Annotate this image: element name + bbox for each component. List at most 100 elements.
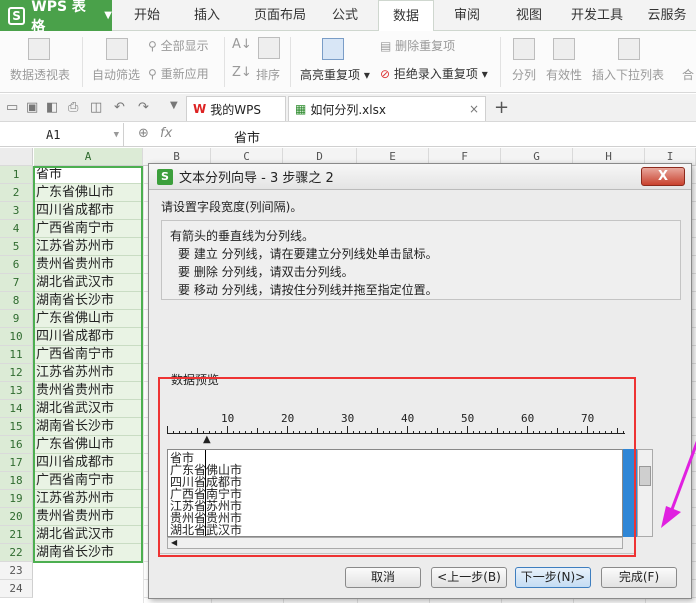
tab-developer[interactable]: 开发工具 [566,0,628,31]
cell-a[interactable]: 湖北省武汉市 [34,400,142,418]
row-header[interactable]: 20 [0,508,33,526]
split-line[interactable] [205,450,206,536]
row-header[interactable]: 17 [0,454,33,472]
tab-review[interactable]: 审阅 [444,0,490,31]
row-header[interactable]: 16 [0,436,33,454]
cell-a[interactable]: 贵州省贵州市 [34,256,142,274]
tab-cloud[interactable]: 云服务 [642,0,692,31]
row-header[interactable]: 4 [0,220,33,238]
undo-icon[interactable]: ↶ [114,100,125,115]
chevron-down-icon[interactable]: ▼ [114,123,119,147]
select-all-corner[interactable] [0,148,33,166]
formula-value[interactable]: 省市 [234,127,260,146]
open-folder-icon[interactable]: ▭ [6,100,18,115]
column-header-a[interactable]: A [34,148,143,166]
split-line-arrow-icon[interactable]: ▲ [203,434,211,445]
cancel-button[interactable]: 取消 [345,567,421,588]
tab-data[interactable]: 数据 [378,0,434,32]
doc-tab-mywps[interactable]: W 我的WPS [186,96,286,121]
doc-tab-active[interactable]: ▦ 如何分列.xlsx × [288,96,486,121]
close-button[interactable]: X [641,167,685,186]
insert-dropdown-button[interactable]: 插入下拉列表 [592,66,664,83]
tab-home[interactable]: 开始 [122,0,172,31]
zoom-icon[interactable]: ⊕ [138,126,149,141]
preview-horizontal-scrollbar[interactable]: ◀ [167,537,623,549]
row-header[interactable]: 13 [0,382,33,400]
export-pdf-icon[interactable]: ◧ [46,100,58,115]
pivot-table-button[interactable]: 数据透视表 [10,66,70,83]
row-header[interactable]: 11 [0,346,33,364]
row-header[interactable]: 5 [0,238,33,256]
cell-a[interactable]: 四川省成都市 [34,454,142,472]
tab-view[interactable]: 视图 [506,0,552,31]
cell-a[interactable]: 广西省南宁市 [34,346,142,364]
row-header[interactable]: 1 [0,166,33,184]
row-header[interactable]: 8 [0,292,33,310]
column-ruler[interactable]: 10 20 30 40 50 60 70 [167,412,625,436]
autofilter-button[interactable]: 自动筛选 [92,66,140,83]
tab-insert[interactable]: 插入 [182,0,232,31]
preview-vertical-scrollbar[interactable] [637,449,653,537]
row-header[interactable]: 3 [0,202,33,220]
row-header[interactable]: 21 [0,526,33,544]
cell-a[interactable]: 湖北省武汉市 [34,274,142,292]
cell-a[interactable]: 省市 [34,166,142,184]
validity-button[interactable]: 有效性 [546,66,582,83]
reject-duplicates-button[interactable]: ⊘ 拒绝录入重复项 ▾ [380,65,488,82]
sort-descending-icon[interactable]: Z↓ [232,65,252,80]
back-button[interactable]: <上一步(B) [431,567,507,588]
new-tab-plus-icon[interactable]: + [494,97,509,118]
cell-a[interactable]: 贵州省贵州市 [34,382,142,400]
cell-a[interactable]: 湖南省长沙市 [34,544,142,562]
finish-button[interactable]: 完成(F) [601,567,677,588]
cell-a[interactable]: 四川省成都市 [34,202,142,220]
cell-a[interactable]: 湖南省长沙市 [34,292,142,310]
show-all-button[interactable]: ⚲ 全部显示 [148,37,209,54]
app-menu-button[interactable]: S WPS 表格 ▼ [0,0,112,35]
name-box[interactable]: A1 ▼ [0,123,124,147]
highlight-duplicates-button[interactable]: 高亮重复项 ▾ [300,66,370,83]
data-preview-box[interactable]: 省市广东省佛山市四川省成都市广西省南宁市江苏省苏州市贵州省贵州市湖北省武汉市湖南… [167,449,623,537]
cell-a[interactable]: 广西省南宁市 [34,220,142,238]
row-header[interactable]: 9 [0,310,33,328]
cell-a[interactable]: 江苏省苏州市 [34,490,142,508]
print-preview-icon[interactable]: ◫ [90,100,102,115]
cell-a[interactable]: 广东省佛山市 [34,310,142,328]
sort-button[interactable]: 排序 [256,66,280,83]
print-icon[interactable]: ⎙ [68,100,78,115]
merge-button[interactable]: 合 [682,66,694,83]
row-header[interactable]: 14 [0,400,33,418]
cell-a[interactable]: 湖南省长沙市 [34,418,142,436]
row-header[interactable]: 6 [0,256,33,274]
dialog-titlebar[interactable]: S 文本分列向导 - 3 步骤之 2 [149,164,691,190]
row-header[interactable]: 12 [0,364,33,382]
tab-page-layout[interactable]: 页面布局 [244,0,316,31]
row-header[interactable]: 19 [0,490,33,508]
remove-duplicates-button[interactable]: ▤ 删除重复项 [380,37,455,54]
close-icon[interactable]: × [469,102,479,116]
cell-a[interactable]: 江苏省苏州市 [34,238,142,256]
cell-a[interactable]: 湖北省武汉市 [34,526,142,544]
row-header[interactable]: 15 [0,418,33,436]
split-column-button[interactable]: 分列 [512,66,536,83]
cell-a[interactable]: 广西省南宁市 [34,472,142,490]
sort-ascending-icon[interactable]: A↓ [232,37,252,52]
customize-dropdown-icon[interactable]: ▼ [170,100,178,111]
cell-a[interactable]: 广东省佛山市 [34,184,142,202]
row-header[interactable]: 22 [0,544,33,562]
redo-icon[interactable]: ↷ [138,100,149,115]
fx-icon[interactable]: fx [160,126,172,141]
row-header[interactable]: 23 [0,562,33,580]
scroll-left-icon[interactable]: ◀ [171,538,177,547]
row-header[interactable]: 7 [0,274,33,292]
row-header[interactable]: 24 [0,580,33,598]
row-header[interactable]: 18 [0,472,33,490]
row-header[interactable]: 2 [0,184,33,202]
next-button[interactable]: 下一步(N)> [515,567,591,588]
cell-a[interactable]: 贵州省贵州市 [34,508,142,526]
scrollbar-thumb[interactable] [639,466,651,486]
cell-a[interactable]: 四川省成都市 [34,328,142,346]
cell-a[interactable]: 广东省佛山市 [34,436,142,454]
tab-formulas[interactable]: 公式 [322,0,368,31]
cell-a[interactable]: 江苏省苏州市 [34,364,142,382]
